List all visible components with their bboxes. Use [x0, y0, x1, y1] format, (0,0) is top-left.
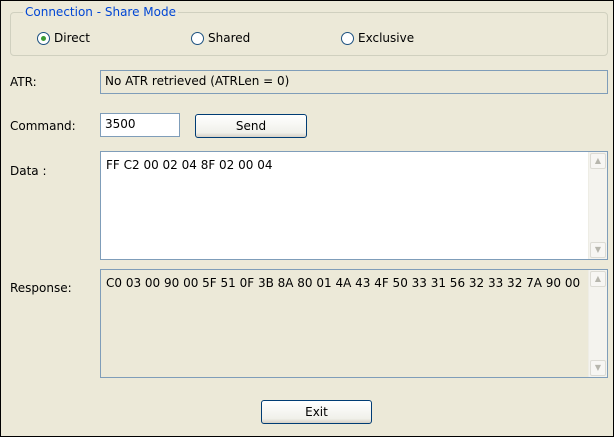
- exit-button[interactable]: Exit: [261, 400, 372, 424]
- response-label: Response:: [10, 281, 72, 295]
- data-label: Data :: [10, 164, 47, 178]
- data-textarea[interactable]: FF C2 00 02 04 8F 02 00 04 ▲ ▼: [100, 151, 608, 260]
- scroll-down-arrow-icon[interactable]: ▼: [590, 360, 606, 376]
- radio-direct[interactable]: Direct: [37, 30, 90, 46]
- radio-exclusive-label: Exclusive: [358, 31, 415, 45]
- command-input[interactable]: 3500: [100, 113, 180, 137]
- response-scrollbar[interactable]: ▲ ▼: [588, 270, 607, 377]
- response-text: C0 03 00 90 00 5F 51 0F 3B 8A 80 01 4A 4…: [106, 276, 581, 290]
- scroll-up-arrow-icon[interactable]: ▲: [590, 153, 606, 169]
- radio-button-icon: [37, 31, 50, 45]
- reader-dialog: Connection - Share Mode Direct Shared Ex…: [0, 0, 614, 437]
- radio-button-icon: [191, 31, 204, 45]
- radio-button-icon: [341, 31, 354, 45]
- share-mode-title: Connection - Share Mode: [23, 5, 178, 19]
- data-text: FF C2 00 02 04 8F 02 00 04: [106, 158, 273, 172]
- radio-shared-label: Shared: [208, 31, 251, 45]
- radio-selected-dot: [41, 35, 46, 41]
- command-label: Command:: [10, 119, 76, 133]
- scroll-down-arrow-icon[interactable]: ▼: [590, 242, 606, 258]
- response-textarea: C0 03 00 90 00 5F 51 0F 3B 8A 80 01 4A 4…: [100, 269, 608, 378]
- atr-label: ATR:: [10, 75, 37, 89]
- send-button[interactable]: Send: [195, 114, 307, 138]
- data-scrollbar[interactable]: ▲ ▼: [588, 152, 607, 259]
- radio-shared[interactable]: Shared: [191, 30, 250, 46]
- radio-direct-label: Direct: [54, 31, 90, 45]
- scroll-up-arrow-icon[interactable]: ▲: [590, 271, 606, 287]
- atr-field: No ATR retrieved (ATRLen = 0): [100, 70, 608, 94]
- radio-exclusive[interactable]: Exclusive: [341, 30, 414, 46]
